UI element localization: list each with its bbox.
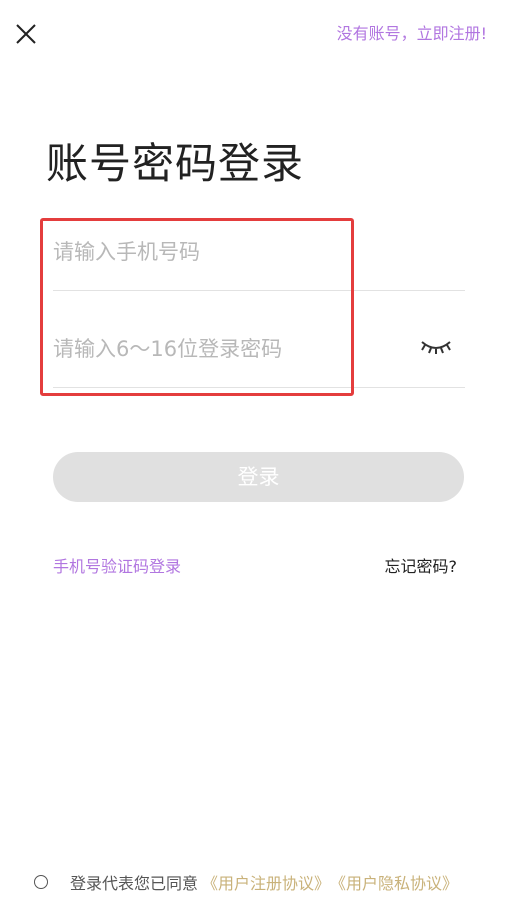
privacy-agreement-link[interactable]: 《用户隐私协议》 xyxy=(330,870,458,894)
password-input[interactable] xyxy=(53,331,393,367)
agree-radio[interactable] xyxy=(34,875,48,889)
sms-login-link[interactable]: 手机号验证码登录 xyxy=(53,555,181,579)
close-icon xyxy=(16,24,36,44)
phone-input[interactable] xyxy=(53,234,393,270)
phone-field xyxy=(53,220,465,291)
login-button[interactable]: 登录 xyxy=(53,452,464,502)
page-title: 账号密码登录 xyxy=(46,139,305,188)
password-field xyxy=(53,317,465,388)
password-visibility-toggle[interactable] xyxy=(419,337,453,357)
register-link[interactable]: 没有账号，立即注册! xyxy=(337,22,487,46)
agreement-row: 登录代表您已同意 《用户注册协议》 《用户隐私协议》 xyxy=(34,870,458,894)
close-button[interactable] xyxy=(14,22,38,46)
agreement-prefix: 登录代表您已同意 xyxy=(70,874,199,893)
eye-closed-icon xyxy=(421,341,451,354)
user-agreement-link[interactable]: 《用户注册协议》 xyxy=(202,870,330,894)
forgot-password-link[interactable]: 忘记密码? xyxy=(385,555,458,579)
